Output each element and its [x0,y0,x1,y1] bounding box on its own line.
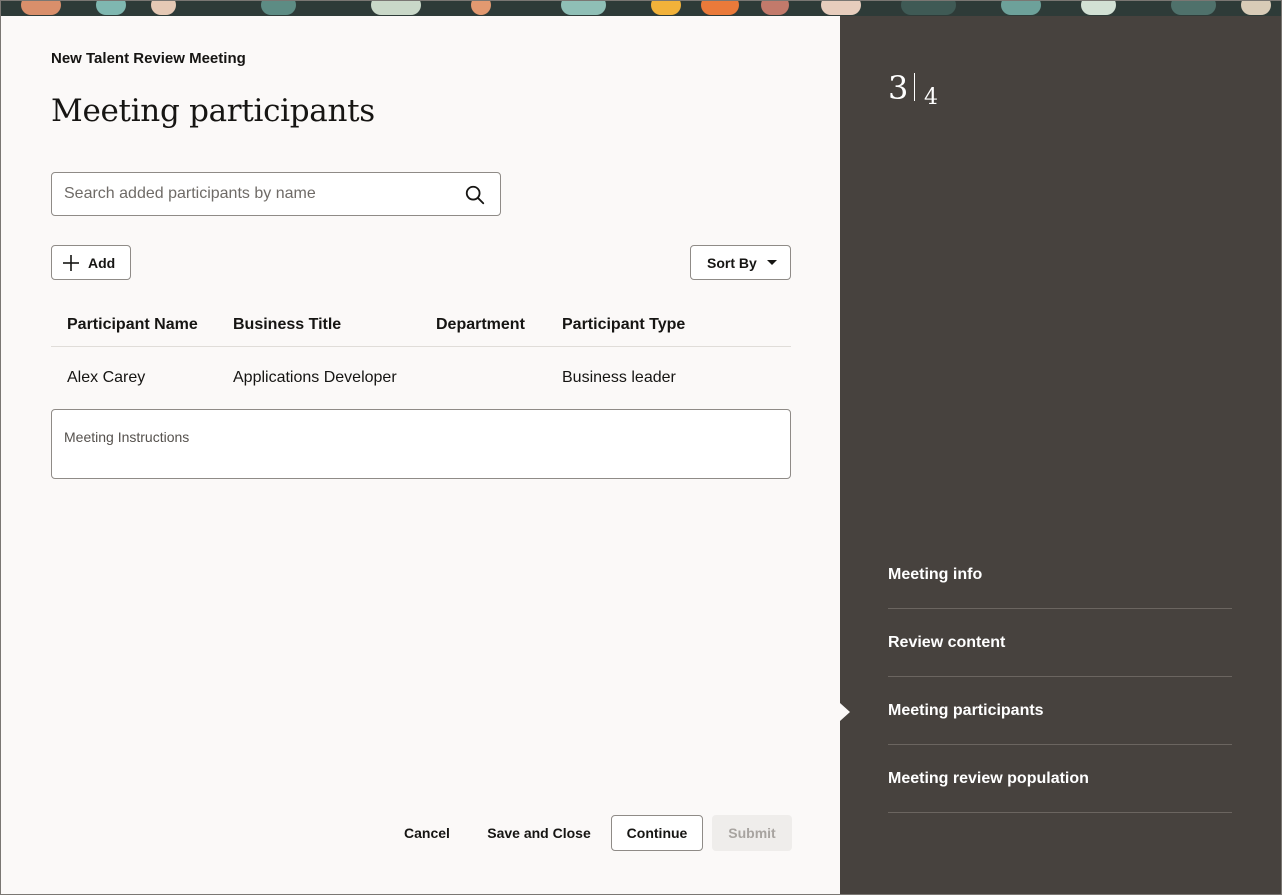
step-item-label: Meeting info [888,565,983,583]
submit-button: Submit [712,815,792,851]
add-participant-button[interactable]: Add [51,245,131,280]
step-item-meeting-participants[interactable]: Meeting participants [888,677,1232,745]
plus-icon [63,254,79,271]
table-header: Participant Name Business Title Departme… [51,303,791,347]
save-and-close-button[interactable]: Save and Close [481,815,597,851]
column-header-department[interactable]: Department [436,316,525,334]
meeting-instructions-label: Meeting Instructions [64,429,190,445]
sort-button-label: Sort By [707,254,757,271]
column-header-participant-type[interactable]: Participant Type [562,316,685,334]
step-item-label: Review content [888,633,1006,651]
current-step-number: 3 [888,69,909,107]
context-title: New Talent Review Meeting [51,50,246,67]
meeting-instructions-field[interactable]: Meeting Instructions [51,409,791,479]
caret-down-icon [766,260,777,265]
active-step-pointer-icon [840,703,850,721]
search-icon[interactable] [464,184,486,206]
cell-participant-name: Alex Carey [67,369,146,386]
participants-table: Participant Name Business Title Departme… [51,303,791,409]
table-row[interactable]: Alex Carey Applications Developer Busine… [51,347,791,409]
continue-button[interactable]: Continue [611,815,703,851]
step-item-review-content[interactable]: Review content [888,609,1232,677]
column-header-business-title[interactable]: Business Title [233,316,341,334]
step-item-label: Meeting review population [888,769,1089,787]
step-divider [914,73,915,101]
step-navigation: Meeting info Review content Meeting part… [888,541,1232,813]
decorative-banner [1,1,1281,16]
total-steps-number: 4 [924,85,938,110]
cell-business-title: Applications Developer [233,369,397,386]
sort-by-button[interactable]: Sort By [690,245,791,280]
dialog-frame: New Talent Review Meeting Meeting partic… [0,0,1282,895]
step-item-meeting-info[interactable]: Meeting info [888,541,1232,609]
cell-participant-type: Business leader [562,369,676,386]
step-item-label: Meeting participants [888,701,1044,719]
step-item-meeting-review-population[interactable]: Meeting review population [888,745,1232,813]
page-title: Meeting participants [51,93,375,129]
search-field[interactable] [51,172,501,216]
search-input[interactable] [64,173,454,215]
add-button-label: Add [88,254,116,271]
column-header-participant-name[interactable]: Participant Name [67,316,198,334]
cancel-button[interactable]: Cancel [397,815,457,851]
